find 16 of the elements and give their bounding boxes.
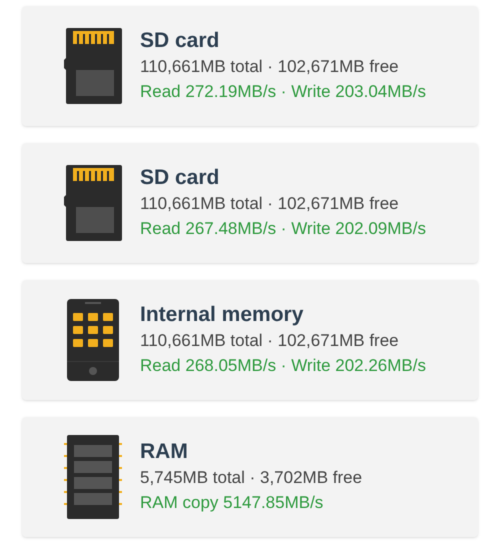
capacity-text: 110,661MB total · 102,671MB free bbox=[140, 56, 400, 78]
device-title: SD card bbox=[140, 28, 220, 54]
device-title: RAM bbox=[140, 439, 189, 465]
capacity-text: 110,661MB total · 102,671MB free bbox=[140, 330, 400, 352]
chip-icon bbox=[64, 435, 122, 519]
speed-text: Read 272.19MB/s · Write 203.04MB/s bbox=[140, 81, 426, 103]
phone-icon bbox=[67, 299, 119, 381]
device-title: Internal memory bbox=[140, 302, 304, 328]
device-title: SD card bbox=[140, 165, 220, 191]
sd-card-icon bbox=[64, 165, 122, 241]
speed-text: Read 267.48MB/s · Write 202.09MB/s bbox=[140, 218, 426, 240]
sd-card-icon bbox=[64, 28, 122, 104]
capacity-text: 5,745MB total · 3,702MB free bbox=[140, 467, 362, 489]
speed-text: Read 268.05MB/s · Write 202.26MB/s bbox=[140, 355, 426, 377]
speed-text: RAM copy 5147.85MB/s bbox=[140, 492, 324, 514]
capacity-text: 110,661MB total · 102,671MB free bbox=[140, 193, 400, 215]
